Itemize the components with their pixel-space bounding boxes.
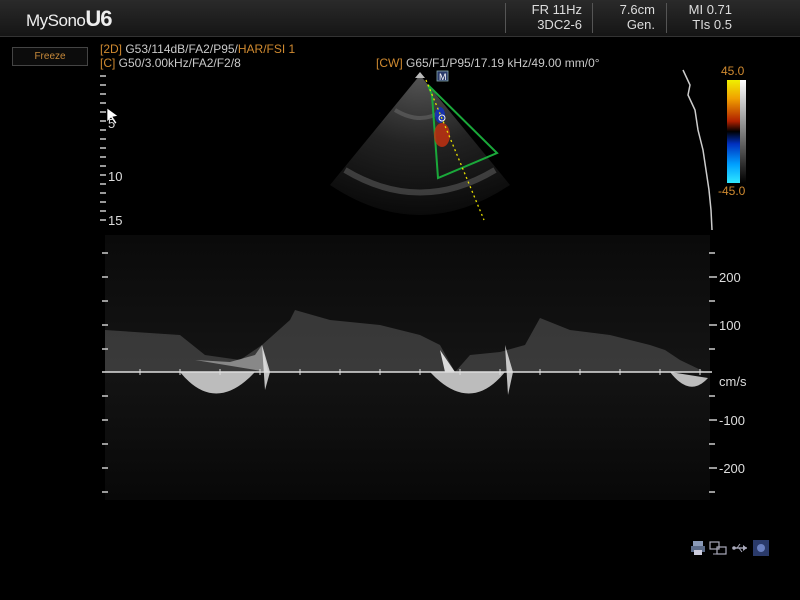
- orientation-marker-icon: [415, 72, 425, 78]
- printer-icon[interactable]: [690, 540, 706, 556]
- velocity-label: -100: [719, 413, 746, 428]
- color-scale-bar: [727, 80, 740, 183]
- gray-scale-bar: [740, 80, 746, 183]
- depth-label: 10: [108, 169, 123, 184]
- ecg-trace: [682, 69, 713, 231]
- velocity-label: 200: [719, 270, 741, 285]
- depth-label: 5: [108, 116, 116, 131]
- display-icon[interactable]: [752, 539, 770, 557]
- usb-icon[interactable]: [731, 540, 749, 556]
- color-flow-red: [434, 123, 450, 147]
- network-icon[interactable]: [709, 540, 727, 556]
- velocity-label: 100: [719, 318, 741, 333]
- depth-label: 15: [108, 213, 123, 228]
- svg-text:M: M: [439, 72, 447, 82]
- ultrasound-image-area[interactable]: M: [0, 0, 800, 600]
- color-scale-min: -45.0: [718, 184, 746, 198]
- depth-ticks: [100, 75, 106, 221]
- velocity-unit: cm/s: [719, 374, 747, 389]
- color-scale-max: 45.0: [721, 64, 745, 78]
- velocity-label: -200: [719, 461, 746, 476]
